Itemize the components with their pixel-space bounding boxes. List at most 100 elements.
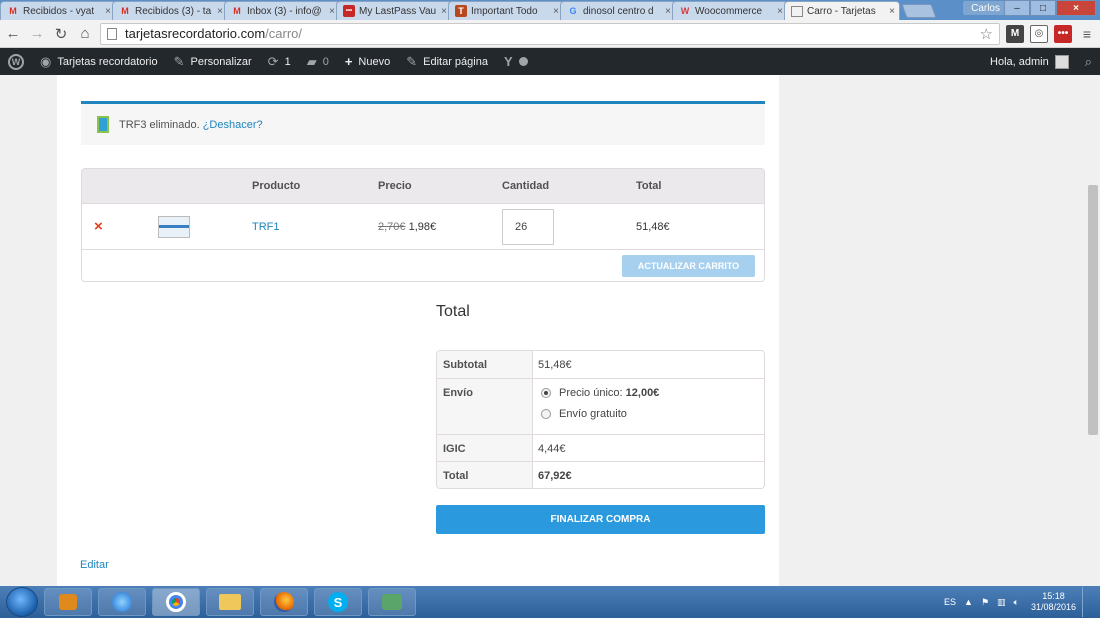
site-name: Tarjetas recordatorio [57, 55, 158, 68]
window-user-badge[interactable]: Carlos [963, 1, 1008, 15]
edit-page-label: Editar página [423, 55, 488, 68]
close-icon[interactable]: × [665, 6, 671, 17]
shipping-option-free[interactable]: Envío gratuito [541, 408, 764, 420]
browser-tab[interactable]: M Inbox (3) - info@ × [224, 1, 340, 20]
maximize-button[interactable]: □ [1030, 0, 1056, 16]
window-controls: – □ × [1004, 0, 1096, 16]
action-center-flag-icon[interactable]: ⚑ [981, 597, 989, 608]
lastpass-extension-icon[interactable]: ••• [1054, 24, 1072, 43]
reload-icon[interactable]: ↻ [50, 23, 72, 45]
my-account-link[interactable]: Hola, admin [982, 48, 1077, 75]
taskbar-chrome[interactable] [152, 588, 200, 616]
start-button[interactable] [6, 587, 38, 617]
table-row: × TRF1 2,70€ 1,98€ 51,48€ [82, 203, 764, 249]
page-info-icon[interactable] [107, 27, 117, 40]
remove-item-icon[interactable]: × [94, 218, 103, 235]
browser-menu-icon[interactable]: ≡ [1078, 25, 1096, 43]
trello-icon: T [455, 5, 467, 17]
customize-link[interactable]: ✎ Personalizar [166, 48, 260, 75]
yoast-seo-link[interactable]: Y [496, 48, 536, 75]
gmail-icon: M [233, 6, 241, 16]
browser-tab[interactable]: G dinosol centro d × [560, 1, 676, 20]
taskbar-skype[interactable]: S [314, 588, 362, 616]
tab-label: Woocommerce [695, 5, 763, 17]
close-icon[interactable]: × [777, 6, 783, 17]
header-quantity: Cantidad [502, 180, 550, 192]
forward-arrow-icon[interactable]: → [26, 23, 48, 45]
update-cart-button[interactable]: ACTUALIZAR CARRITO [622, 255, 755, 277]
browser-tab[interactable]: ••• My LastPass Vau × [336, 1, 452, 20]
gmail-icon: M [121, 6, 129, 16]
browser-tab[interactable]: M Recibidos - vyat × [0, 1, 116, 20]
address-bar[interactable]: tarjetasrecordatorio.com/carro/ ☆ [100, 22, 1000, 45]
shipping-radio-free[interactable] [541, 409, 551, 419]
quantity-input[interactable] [502, 208, 554, 245]
close-icon[interactable]: × [889, 6, 895, 17]
close-icon[interactable]: × [441, 6, 447, 17]
cart-notice: TRF3 eliminado. ¿Deshacer? [81, 101, 765, 145]
shipping-row: Envío Precio único: 12,00€ Envío gratuit… [437, 378, 764, 434]
subtotal-value: 51,48€ [538, 359, 572, 371]
product-thumbnail[interactable] [158, 215, 190, 238]
scrollbar-thumb[interactable] [1088, 185, 1098, 435]
wordpress-logo-icon: W [8, 53, 24, 70]
new-tab-button[interactable] [901, 4, 937, 18]
taskbar-internet-explorer[interactable] [98, 588, 146, 616]
bookmark-star-icon[interactable]: ☆ [980, 25, 993, 43]
updates-link[interactable]: ⟳ 1 [260, 48, 299, 75]
order-total-label: Total [437, 462, 533, 488]
back-arrow-icon[interactable]: ← [2, 23, 24, 45]
tab-label: Recibidos - vyat [23, 5, 95, 17]
admin-search-button[interactable]: ⌕ [1077, 48, 1100, 75]
windows-taskbar: S ES ▲ ⚑ ▥ 🔈︎ 15:18 31/08/2016 [0, 586, 1100, 618]
old-price: 2,70€ [378, 220, 406, 233]
cart-totals-table: Subtotal 51,48€ Envío Precio único: 12,0… [436, 350, 765, 489]
tax-row: IGIC 4,44€ [437, 434, 764, 461]
minimize-button[interactable]: – [1004, 0, 1030, 16]
edit-link[interactable]: Editar [80, 559, 109, 571]
shipping-label: Envío [437, 379, 533, 434]
pencil-icon: ✎ [406, 53, 418, 69]
browser-tab[interactable]: T Important Todo × [448, 1, 564, 20]
taskbar-firefox[interactable] [260, 588, 308, 616]
home-icon[interactable]: ⌂ [74, 23, 96, 45]
comments-link[interactable]: ▰ 0 [299, 48, 337, 75]
skype-icon: S [328, 592, 348, 612]
close-icon[interactable]: × [105, 6, 111, 17]
volume-icon[interactable]: 🔈︎ [1014, 597, 1019, 608]
site-name-link[interactable]: ◉ Tarjetas recordatorio [32, 48, 166, 75]
close-icon[interactable]: × [553, 6, 559, 17]
dashboard-icon: ◉ [40, 53, 52, 69]
undo-link[interactable]: ¿Deshacer? [203, 119, 263, 131]
avatar [1054, 54, 1069, 69]
close-icon[interactable]: × [217, 6, 223, 17]
media-player-icon [59, 594, 77, 610]
close-window-button[interactable]: × [1056, 0, 1096, 16]
shipping-radio-flat[interactable] [541, 388, 551, 398]
gmail-extension-icon[interactable]: M [1006, 24, 1024, 43]
browser-tab-strip: M Recibidos - vyat × M Recibidos (3) - t… [0, 0, 1100, 20]
new-content-link[interactable]: + Nuevo [337, 48, 398, 75]
taskbar-explorer[interactable] [206, 588, 254, 616]
cart-table: Producto Precio Cantidad Total × TRF1 2,… [81, 168, 765, 282]
keep-extension-icon[interactable]: ◎ [1030, 24, 1048, 43]
browser-tab[interactable]: M Recibidos (3) - ta × [112, 1, 228, 20]
taskbar-clock[interactable]: 15:18 31/08/2016 [1031, 591, 1076, 613]
edit-page-link[interactable]: ✎ Editar página [398, 48, 496, 75]
app-icon [382, 594, 402, 610]
shipping-option-flat[interactable]: Precio único: 12,00€ [541, 387, 764, 399]
show-desktop-button[interactable] [1082, 587, 1092, 617]
checkout-button[interactable]: FINALIZAR COMPRA [436, 505, 765, 534]
taskbar-media-player[interactable] [44, 588, 92, 616]
wordpress-logo-button[interactable]: W [0, 48, 32, 75]
browser-tab-active[interactable]: Carro - Tarjetas × [784, 1, 900, 20]
page-scrollbar[interactable] [1086, 75, 1100, 586]
tray-expand-icon[interactable]: ▲ [964, 597, 973, 607]
order-total-value: 67,92€ [538, 470, 572, 482]
close-icon[interactable]: × [329, 6, 335, 17]
network-icon[interactable]: ▥ [997, 597, 1006, 608]
language-indicator[interactable]: ES [944, 597, 956, 607]
taskbar-app[interactable] [368, 588, 416, 616]
product-link[interactable]: TRF1 [252, 221, 280, 233]
browser-tab[interactable]: W Woocommerce × [672, 1, 788, 20]
